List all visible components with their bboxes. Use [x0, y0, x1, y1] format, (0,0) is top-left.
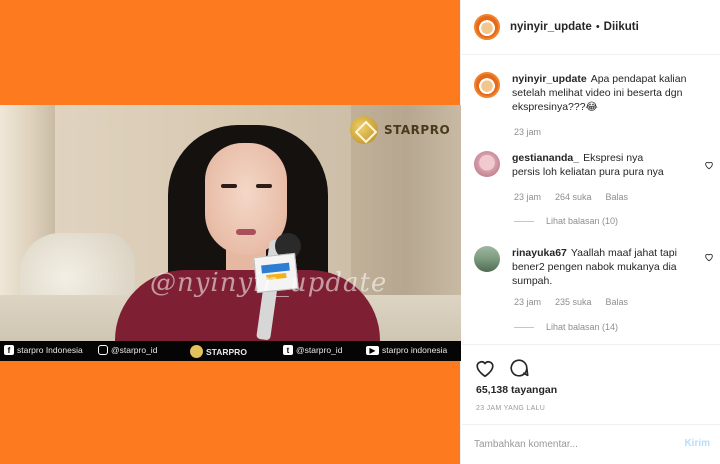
avatar[interactable] [474, 151, 500, 177]
youtube-icon: ▶ [366, 345, 379, 355]
comment-username[interactable]: rinayuka67 [512, 247, 567, 259]
facebook-icon: f [4, 345, 14, 355]
header-separator: • [595, 21, 600, 33]
heart-icon[interactable] [704, 252, 714, 262]
bar-brand-text: STARPRO [206, 346, 247, 357]
post-timestamp: 23 JAM YANG LALU [476, 405, 546, 412]
follow-status-button[interactable]: Diikuti [604, 21, 639, 33]
caption-meta: 23 jam [514, 127, 541, 137]
comment-meta: 23 jam 235 suka Balas [514, 297, 628, 307]
list-item: rinayuka67 Yaallah maaf jahat tapi bener2… [474, 246, 714, 288]
comment-time: 23 jam [514, 297, 542, 307]
action-icons [474, 357, 530, 379]
bar-youtube: ▶ starpro indonesia [366, 345, 447, 355]
starpro-logo: STARPRO [350, 116, 450, 144]
divider [514, 326, 534, 328]
view-count[interactable]: 65,138 tayangan [476, 384, 557, 396]
post-media: STARPRO @nyinyir_update f starpro Indone… [0, 0, 461, 464]
video-person-mouth [236, 229, 256, 235]
post-actions: 65,138 tayangan 23 JAM YANG LALU [462, 344, 720, 430]
video-person-face [205, 143, 287, 255]
comment-meta: 23 jam 264 suka Balas [514, 192, 628, 202]
video-watermark: @nyinyir_update [150, 268, 388, 298]
instagram-icon [98, 345, 108, 355]
divider [514, 220, 534, 222]
bar-facebook: f starpro Indonesia [4, 345, 83, 355]
comment-time: 23 jam [514, 192, 542, 202]
video-person-eye [221, 184, 237, 188]
starpro-small-logo-icon [190, 345, 203, 358]
twitter-icon: t [283, 345, 293, 355]
comments-list[interactable]: nyinyir_update Apa pendapat kalian setela… [462, 56, 720, 344]
view-replies-button[interactable]: Lihat balasan (10) [514, 216, 618, 226]
reply-button[interactable]: Balas [606, 192, 629, 202]
comment-text: gestiananda_ Ekspresi nya persis loh keli… [512, 151, 668, 179]
bar-twitter-text: @starpro_id [296, 345, 343, 355]
comment-username[interactable]: gestiananda_ [512, 152, 579, 164]
like-heart-icon[interactable] [474, 357, 496, 379]
comment-composer: Kirim [462, 424, 720, 464]
bar-instagram: @starpro_id [98, 345, 157, 355]
bar-youtube-text: starpro indonesia [382, 345, 448, 355]
heart-icon[interactable] [704, 160, 714, 170]
avatar[interactable] [474, 72, 500, 98]
caption: nyinyir_update Apa pendapat kalian setela… [474, 72, 714, 114]
caption-username[interactable]: nyinyir_update [512, 73, 587, 85]
view-replies-label: Lihat balasan (10) [546, 216, 619, 226]
bar-twitter: t @starpro_id [283, 345, 342, 355]
list-item: gestiananda_ Ekspresi nya persis loh keli… [474, 151, 714, 179]
comment-text: rinayuka67 Yaallah maaf jahat tapi bener2… [512, 246, 678, 288]
bar-facebook-text: starpro Indonesia [17, 345, 83, 355]
avatar[interactable] [474, 14, 500, 40]
post-comment-button[interactable]: Kirim [684, 438, 710, 449]
video-player[interactable]: STARPRO @nyinyir_update f starpro Indone… [0, 105, 461, 361]
caption-time: 23 jam [514, 127, 542, 137]
header-username[interactable]: nyinyir_update [510, 21, 592, 33]
comment-input[interactable] [474, 433, 664, 455]
bar-instagram-text: @starpro_id [111, 345, 158, 355]
starpro-logo-mark [350, 116, 378, 144]
avatar[interactable] [474, 246, 500, 272]
comment-likes[interactable]: 235 suka [555, 297, 592, 307]
caption-text: nyinyir_update Apa pendapat kalian setela… [512, 72, 708, 114]
view-replies-label: Lihat balasan (14) [546, 322, 619, 332]
video-social-bar: f starpro Indonesia @starpro_id STARPRO … [0, 341, 461, 361]
comment-likes[interactable]: 264 suka [555, 192, 592, 202]
comment-bubble-icon[interactable] [508, 357, 530, 379]
video-person-eye [256, 184, 272, 188]
post-header: nyinyir_update • Diikuti [462, 0, 720, 55]
view-replies-button[interactable]: Lihat balasan (14) [514, 322, 618, 332]
bar-brand: STARPRO [190, 345, 247, 358]
reply-button[interactable]: Balas [606, 297, 629, 307]
starpro-logo-text: STARPRO [384, 123, 451, 137]
